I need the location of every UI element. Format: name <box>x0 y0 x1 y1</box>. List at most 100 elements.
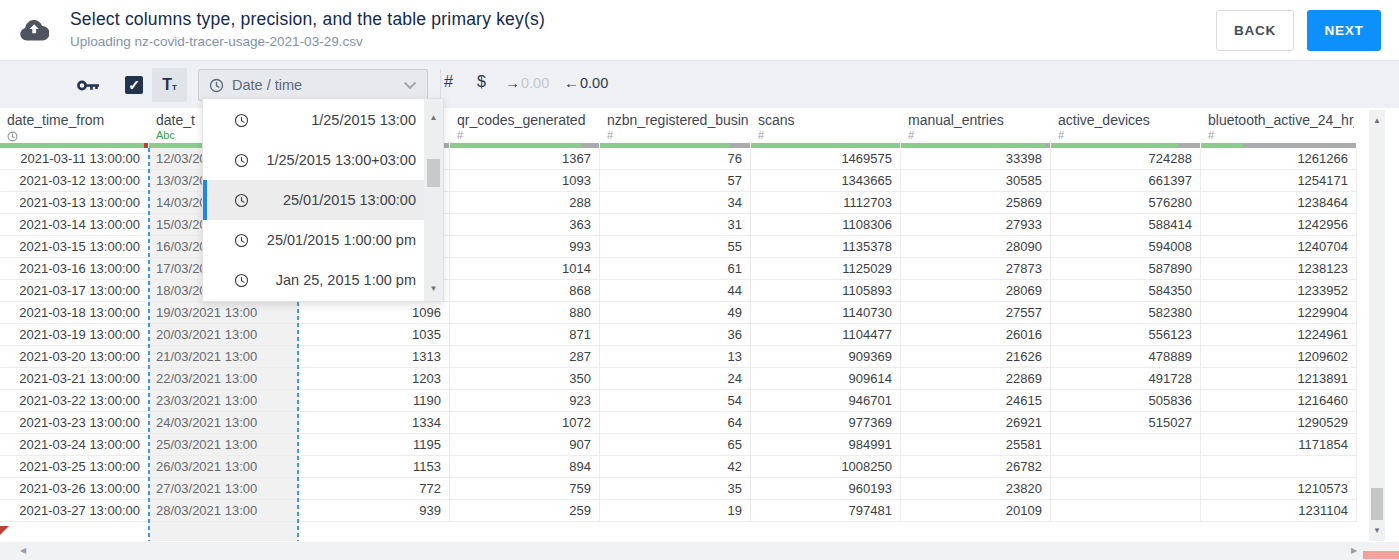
table-cell[interactable]: 960193 <box>751 478 901 500</box>
scroll-down-icon[interactable]: ▼ <box>1369 526 1385 535</box>
table-cell[interactable]: 22869 <box>901 368 1051 390</box>
table-cell[interactable]: 1233952 <box>1201 280 1357 302</box>
table-cell[interactable]: 880 <box>450 302 600 324</box>
table-cell[interactable]: 25581 <box>901 434 1051 456</box>
table-cell[interactable]: 939 <box>299 500 450 522</box>
next-button[interactable]: NEXT <box>1307 10 1381 51</box>
table-cell[interactable]: 2021-03-21 13:00:00 <box>0 368 149 390</box>
table-cell[interactable]: 515027 <box>1051 412 1201 434</box>
table-cell[interactable]: 54 <box>600 390 751 412</box>
table-cell[interactable]: 2021-03-15 13:00:00 <box>0 236 149 258</box>
table-cell[interactable]: 26016 <box>901 324 1051 346</box>
currency-type-icon[interactable]: $ <box>477 73 486 91</box>
table-cell[interactable]: 2021-03-12 13:00:00 <box>0 170 149 192</box>
table-cell[interactable]: 49 <box>600 302 751 324</box>
menu-scroll-down-icon[interactable]: ▼ <box>424 284 443 293</box>
table-cell[interactable] <box>1201 456 1357 478</box>
table-cell[interactable]: 1240704 <box>1201 236 1357 258</box>
table-cell[interactable]: 65 <box>600 434 751 456</box>
date-format-option[interactable]: 25/01/2015 13:00:00 <box>203 180 424 220</box>
table-cell[interactable]: 57 <box>600 170 751 192</box>
table-cell[interactable]: 42 <box>600 456 751 478</box>
vertical-scrollbar[interactable]: ▲ ▼ <box>1369 110 1385 541</box>
table-cell[interactable]: 1261266 <box>1201 148 1357 170</box>
table-cell[interactable]: 1014 <box>450 258 600 280</box>
menu-scrollbar-thumb[interactable] <box>427 159 440 187</box>
table-cell[interactable]: 2021-03-22 13:00:00 <box>0 390 149 412</box>
table-cell[interactable]: 993 <box>450 236 600 258</box>
table-cell[interactable]: 797481 <box>751 500 901 522</box>
table-cell[interactable]: 2021-03-23 13:00:00 <box>0 412 149 434</box>
table-cell[interactable]: 2021-03-25 13:00:00 <box>0 456 149 478</box>
table-cell[interactable]: 2021-03-19 13:00:00 <box>0 324 149 346</box>
table-cell[interactable]: 2021-03-27 13:00:00 <box>0 500 149 522</box>
column-header-bluetooth_active_24_hr_[interactable]: bluetooth_active_24_hr_# <box>1201 108 1357 148</box>
table-cell[interactable]: 1112703 <box>751 192 901 214</box>
date-format-option[interactable]: 1/25/2015 13:00 <box>203 100 424 140</box>
table-cell[interactable]: 1203 <box>299 368 450 390</box>
table-cell[interactable]: 1254171 <box>1201 170 1357 192</box>
table-cell[interactable]: 1210573 <box>1201 478 1357 500</box>
table-cell[interactable]: 363 <box>450 214 600 236</box>
table-cell[interactable]: 1108306 <box>751 214 901 236</box>
table-cell[interactable]: 894 <box>450 456 600 478</box>
table-cell[interactable]: 1093 <box>450 170 600 192</box>
table-cell[interactable]: 1153 <box>299 456 450 478</box>
table-cell[interactable]: 35 <box>600 478 751 500</box>
table-cell[interactable]: 61 <box>600 258 751 280</box>
menu-scrollbar[interactable]: ▲ ▼ <box>424 99 443 301</box>
table-cell[interactable]: 23820 <box>901 478 1051 500</box>
table-cell[interactable]: 759 <box>450 478 600 500</box>
table-cell[interactable]: 28090 <box>901 236 1051 258</box>
integer-type-icon[interactable]: # <box>444 73 453 91</box>
table-cell[interactable] <box>1051 478 1201 500</box>
table-cell[interactable]: 21/03/2021 13:00 <box>149 346 299 368</box>
table-cell[interactable]: 1008250 <box>751 456 901 478</box>
table-cell[interactable]: 259 <box>450 500 600 522</box>
table-cell[interactable]: 20109 <box>901 500 1051 522</box>
column-header-date_time_from[interactable]: date_time_from <box>0 108 149 148</box>
table-cell[interactable]: 946701 <box>751 390 901 412</box>
table-cell[interactable]: 1104477 <box>751 324 901 346</box>
back-button[interactable]: BACK <box>1216 10 1294 51</box>
table-cell[interactable]: 21626 <box>901 346 1051 368</box>
table-cell[interactable]: 64 <box>600 412 751 434</box>
table-cell[interactable]: 2021-03-24 13:00:00 <box>0 434 149 456</box>
table-cell[interactable]: 27933 <box>901 214 1051 236</box>
table-cell[interactable]: 582380 <box>1051 302 1201 324</box>
table-cell[interactable]: 584350 <box>1051 280 1201 302</box>
table-cell[interactable]: 22/03/2021 13:00 <box>149 368 299 390</box>
table-cell[interactable]: 1238464 <box>1201 192 1357 214</box>
date-format-option[interactable]: Jan 25, 2015 1:00 pm <box>203 260 424 300</box>
table-cell[interactable]: 1231104 <box>1201 500 1357 522</box>
type-format-select[interactable]: Date / time <box>198 69 428 101</box>
table-cell[interactable]: 478889 <box>1051 346 1201 368</box>
table-cell[interactable]: 76 <box>600 148 751 170</box>
table-cell[interactable]: 28/03/2021 13:00 <box>149 500 299 522</box>
table-cell[interactable]: 19 <box>600 500 751 522</box>
table-cell[interactable]: 1135378 <box>751 236 901 258</box>
table-cell[interactable]: 33398 <box>901 148 1051 170</box>
decrease-decimals-button[interactable]: ← 0.00 <box>564 74 608 91</box>
date-format-option[interactable]: 25/01/2015 1:00:00 pm <box>203 220 424 260</box>
table-cell[interactable]: 1229904 <box>1201 302 1357 324</box>
table-cell[interactable]: 772 <box>299 478 450 500</box>
table-cell[interactable]: 1334 <box>299 412 450 434</box>
table-cell[interactable]: 55 <box>600 236 751 258</box>
table-cell[interactable]: 2021-03-13 13:00:00 <box>0 192 149 214</box>
table-cell[interactable]: 1242956 <box>1201 214 1357 236</box>
table-cell[interactable]: 13 <box>600 346 751 368</box>
table-cell[interactable]: 1072 <box>450 412 600 434</box>
table-cell[interactable]: 977369 <box>751 412 901 434</box>
table-cell[interactable]: 576280 <box>1051 192 1201 214</box>
table-cell[interactable]: 24/03/2021 13:00 <box>149 412 299 434</box>
table-cell[interactable]: 2021-03-17 13:00:00 <box>0 280 149 302</box>
table-cell[interactable]: 923 <box>450 390 600 412</box>
column-header-qr_codes_generated[interactable]: qr_codes_generated# <box>450 108 600 148</box>
table-cell[interactable]: 724288 <box>1051 148 1201 170</box>
table-cell[interactable]: 871 <box>450 324 600 346</box>
table-cell[interactable]: 907 <box>450 434 600 456</box>
table-cell[interactable]: 505836 <box>1051 390 1201 412</box>
table-cell[interactable]: 1035 <box>299 324 450 346</box>
table-cell[interactable]: 26782 <box>901 456 1051 478</box>
